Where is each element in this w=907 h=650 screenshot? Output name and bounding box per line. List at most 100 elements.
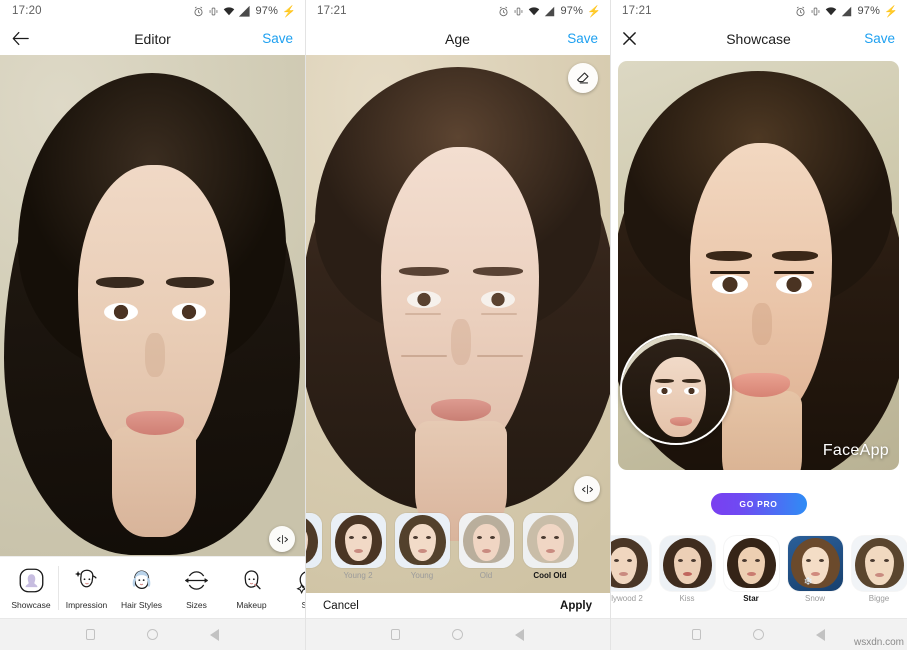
save-button[interactable]: Save bbox=[567, 31, 598, 46]
filter-chip[interactable]: Kiss bbox=[658, 536, 716, 603]
signal-icon bbox=[239, 5, 251, 17]
status-bar-panel2: 17:21 97% ⚡ bbox=[305, 0, 610, 22]
home-circle-icon[interactable] bbox=[147, 629, 158, 640]
tool-hair-styles[interactable]: Hair Styles bbox=[114, 566, 169, 610]
home-circle-icon[interactable] bbox=[452, 629, 463, 640]
filter-chip[interactable]: Young bbox=[393, 513, 451, 580]
status-clock: 17:21 bbox=[622, 5, 652, 17]
home-circle-icon[interactable] bbox=[753, 629, 764, 640]
makeup-brush-icon bbox=[237, 566, 267, 596]
eraser-button[interactable] bbox=[568, 63, 598, 93]
panel-divider-1 bbox=[305, 0, 306, 650]
filter-thumbnail bbox=[305, 513, 322, 568]
apply-button[interactable]: Apply bbox=[560, 600, 592, 612]
signal-icon bbox=[544, 6, 555, 17]
filter-chip[interactable]: Bigge bbox=[850, 536, 907, 603]
recents-square-icon[interactable] bbox=[391, 629, 400, 640]
wifi-icon bbox=[223, 6, 235, 17]
filter-thumbnail bbox=[458, 513, 514, 568]
charging-bolt-icon: ⚡ bbox=[884, 5, 898, 18]
tool-showcase[interactable]: Showcase bbox=[4, 565, 59, 610]
charging-bolt-icon: ⚡ bbox=[282, 5, 296, 18]
alarm-icon bbox=[498, 6, 509, 17]
gopro-wrap: GO PRO bbox=[610, 470, 907, 538]
android-nav-bar-panel1 bbox=[0, 618, 305, 650]
showcase-photo-wrap: FaceApp bbox=[610, 55, 907, 470]
close-x-icon[interactable] bbox=[622, 31, 656, 46]
status-bar-panel1: 17:20 97% ⚡ bbox=[0, 0, 305, 22]
status-clock: 17:20 bbox=[12, 5, 42, 17]
filter-chip[interactable]: lollywood 2 bbox=[610, 536, 652, 603]
filter-label: Cool Old bbox=[533, 571, 567, 580]
age-top-bar: Age Save bbox=[305, 22, 610, 55]
filter-thumbnail bbox=[394, 513, 450, 568]
filter-label: Old bbox=[479, 571, 493, 580]
filter-chip[interactable]: Young 2 bbox=[329, 513, 387, 580]
back-triangle-icon[interactable] bbox=[210, 628, 219, 641]
back-arrow-icon[interactable] bbox=[12, 31, 46, 46]
panel-age: 17:21 97% ⚡ Age Save Young 2 Young Old C… bbox=[305, 0, 610, 650]
cancel-button[interactable]: Cancel bbox=[323, 600, 359, 612]
tool-label: Impression bbox=[65, 599, 108, 610]
vibrate-icon bbox=[513, 6, 524, 17]
signal-icon bbox=[841, 6, 852, 17]
faceapp-watermark: FaceApp bbox=[822, 442, 889, 459]
tool-skin[interactable]: Sk bbox=[279, 566, 305, 610]
tool-label: Showcase bbox=[11, 599, 51, 610]
filter-label: Kiss bbox=[679, 594, 695, 603]
vibrate-icon bbox=[208, 6, 219, 17]
tool-makeup[interactable]: Makeup bbox=[224, 566, 279, 610]
site-watermark: wsxdn.com bbox=[853, 637, 904, 648]
wifi-icon bbox=[825, 6, 837, 17]
vibrate-icon bbox=[810, 6, 821, 17]
filter-chip-selected[interactable]: Star bbox=[722, 536, 780, 603]
go-pro-button[interactable]: GO PRO bbox=[710, 493, 807, 515]
showcase-filter-strip[interactable]: lollywood 2 Kiss bbox=[610, 536, 907, 618]
panel-editor: 17:20 97% ⚡ Editor Save Showcase Impress… bbox=[0, 0, 305, 650]
filter-thumbnail bbox=[330, 513, 386, 568]
filter-label: Star bbox=[743, 594, 759, 603]
recents-square-icon[interactable] bbox=[692, 629, 701, 640]
filter-label: lollywood 2 bbox=[610, 594, 643, 603]
android-nav-bar-panel2 bbox=[305, 618, 610, 650]
panel-divider-2 bbox=[610, 0, 611, 650]
battery-percent: 97% bbox=[560, 5, 584, 17]
original-photo-bubble[interactable] bbox=[620, 333, 732, 445]
age-filter-strip[interactable]: ung 3 Young 2 bbox=[305, 513, 610, 593]
editor-tool-bar: Showcase Impression Hair Styles Sizes Ma… bbox=[0, 556, 305, 618]
filter-label: Young 2 bbox=[343, 571, 373, 580]
back-triangle-icon[interactable] bbox=[816, 628, 825, 641]
filter-chip-selected[interactable]: Cool Old bbox=[521, 513, 579, 580]
portrait-young bbox=[0, 55, 305, 562]
filter-chip[interactable]: ung 3 bbox=[305, 513, 323, 580]
back-triangle-icon[interactable] bbox=[515, 628, 524, 641]
hair-styles-icon bbox=[127, 566, 157, 596]
editor-photo[interactable] bbox=[0, 55, 305, 562]
status-bar-panel3: 17:21 97% ⚡ bbox=[610, 0, 907, 22]
tool-impression[interactable]: Impression bbox=[59, 566, 114, 610]
impression-face-icon bbox=[72, 566, 102, 596]
charging-bolt-icon: ⚡ bbox=[587, 5, 601, 18]
filter-thumbnail: ❄ bbox=[787, 536, 843, 591]
alarm-icon bbox=[795, 6, 806, 17]
tool-sizes[interactable]: Sizes bbox=[169, 566, 224, 610]
showcase-top-bar: Showcase Save bbox=[610, 22, 907, 55]
filter-thumbnail bbox=[522, 513, 578, 568]
save-button[interactable]: Save bbox=[864, 31, 895, 46]
tool-label: Makeup bbox=[236, 599, 267, 610]
recents-square-icon[interactable] bbox=[86, 629, 95, 640]
filter-chip[interactable]: Old bbox=[457, 513, 515, 580]
portrait-original-thumb bbox=[622, 335, 730, 443]
wifi-icon bbox=[528, 6, 540, 17]
battery-percent: 97% bbox=[255, 5, 279, 17]
filter-label: Young bbox=[410, 571, 434, 580]
skin-sparkle-icon bbox=[292, 566, 305, 596]
compare-slider-button-panel2[interactable] bbox=[574, 476, 600, 502]
save-button[interactable]: Save bbox=[262, 31, 293, 46]
status-clock: 17:21 bbox=[317, 5, 347, 17]
filter-thumbnail bbox=[659, 536, 715, 591]
alarm-icon bbox=[193, 6, 204, 17]
compare-slider-button-panel1[interactable] bbox=[269, 526, 295, 552]
filter-chip[interactable]: ❄ Snow bbox=[786, 536, 844, 603]
screenshot-root: 17:20 97% ⚡ Editor Save Showcase Impress… bbox=[0, 0, 907, 650]
